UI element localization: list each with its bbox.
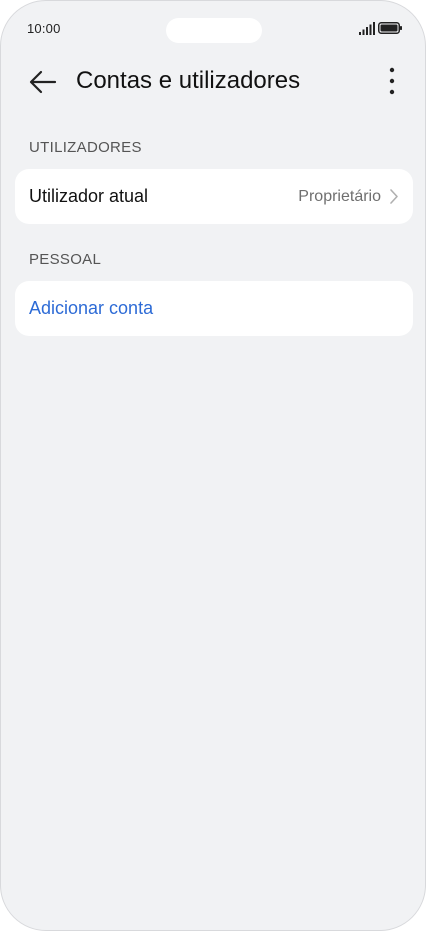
battery-icon	[378, 22, 402, 34]
arrow-left-icon	[29, 70, 57, 94]
more-vertical-icon	[389, 67, 395, 95]
current-user-row[interactable]: Utilizador atual Proprietário	[15, 169, 413, 224]
back-button[interactable]	[25, 65, 61, 99]
app-bar: Contas e utilizadores	[1, 57, 425, 107]
chevron-right-icon	[390, 189, 398, 204]
phone-screen: 10:00 Contas e utilizadores UTILIZADORES…	[0, 0, 426, 931]
current-user-value: Proprietário	[298, 188, 381, 205]
more-options-button[interactable]	[379, 65, 405, 99]
page-title: Contas e utilizadores	[76, 67, 301, 94]
signal-icon	[359, 22, 375, 35]
add-account-row[interactable]: Adicionar conta	[15, 281, 413, 336]
section-header-users: UTILIZADORES	[29, 139, 142, 156]
status-bar: 10:00	[1, 1, 425, 57]
camera-cutout	[166, 18, 262, 43]
status-time: 10:00	[27, 21, 61, 36]
current-user-label: Utilizador atual	[29, 186, 149, 206]
section-header-personal: PESSOAL	[29, 251, 102, 268]
add-account-link[interactable]: Adicionar conta	[29, 281, 153, 336]
